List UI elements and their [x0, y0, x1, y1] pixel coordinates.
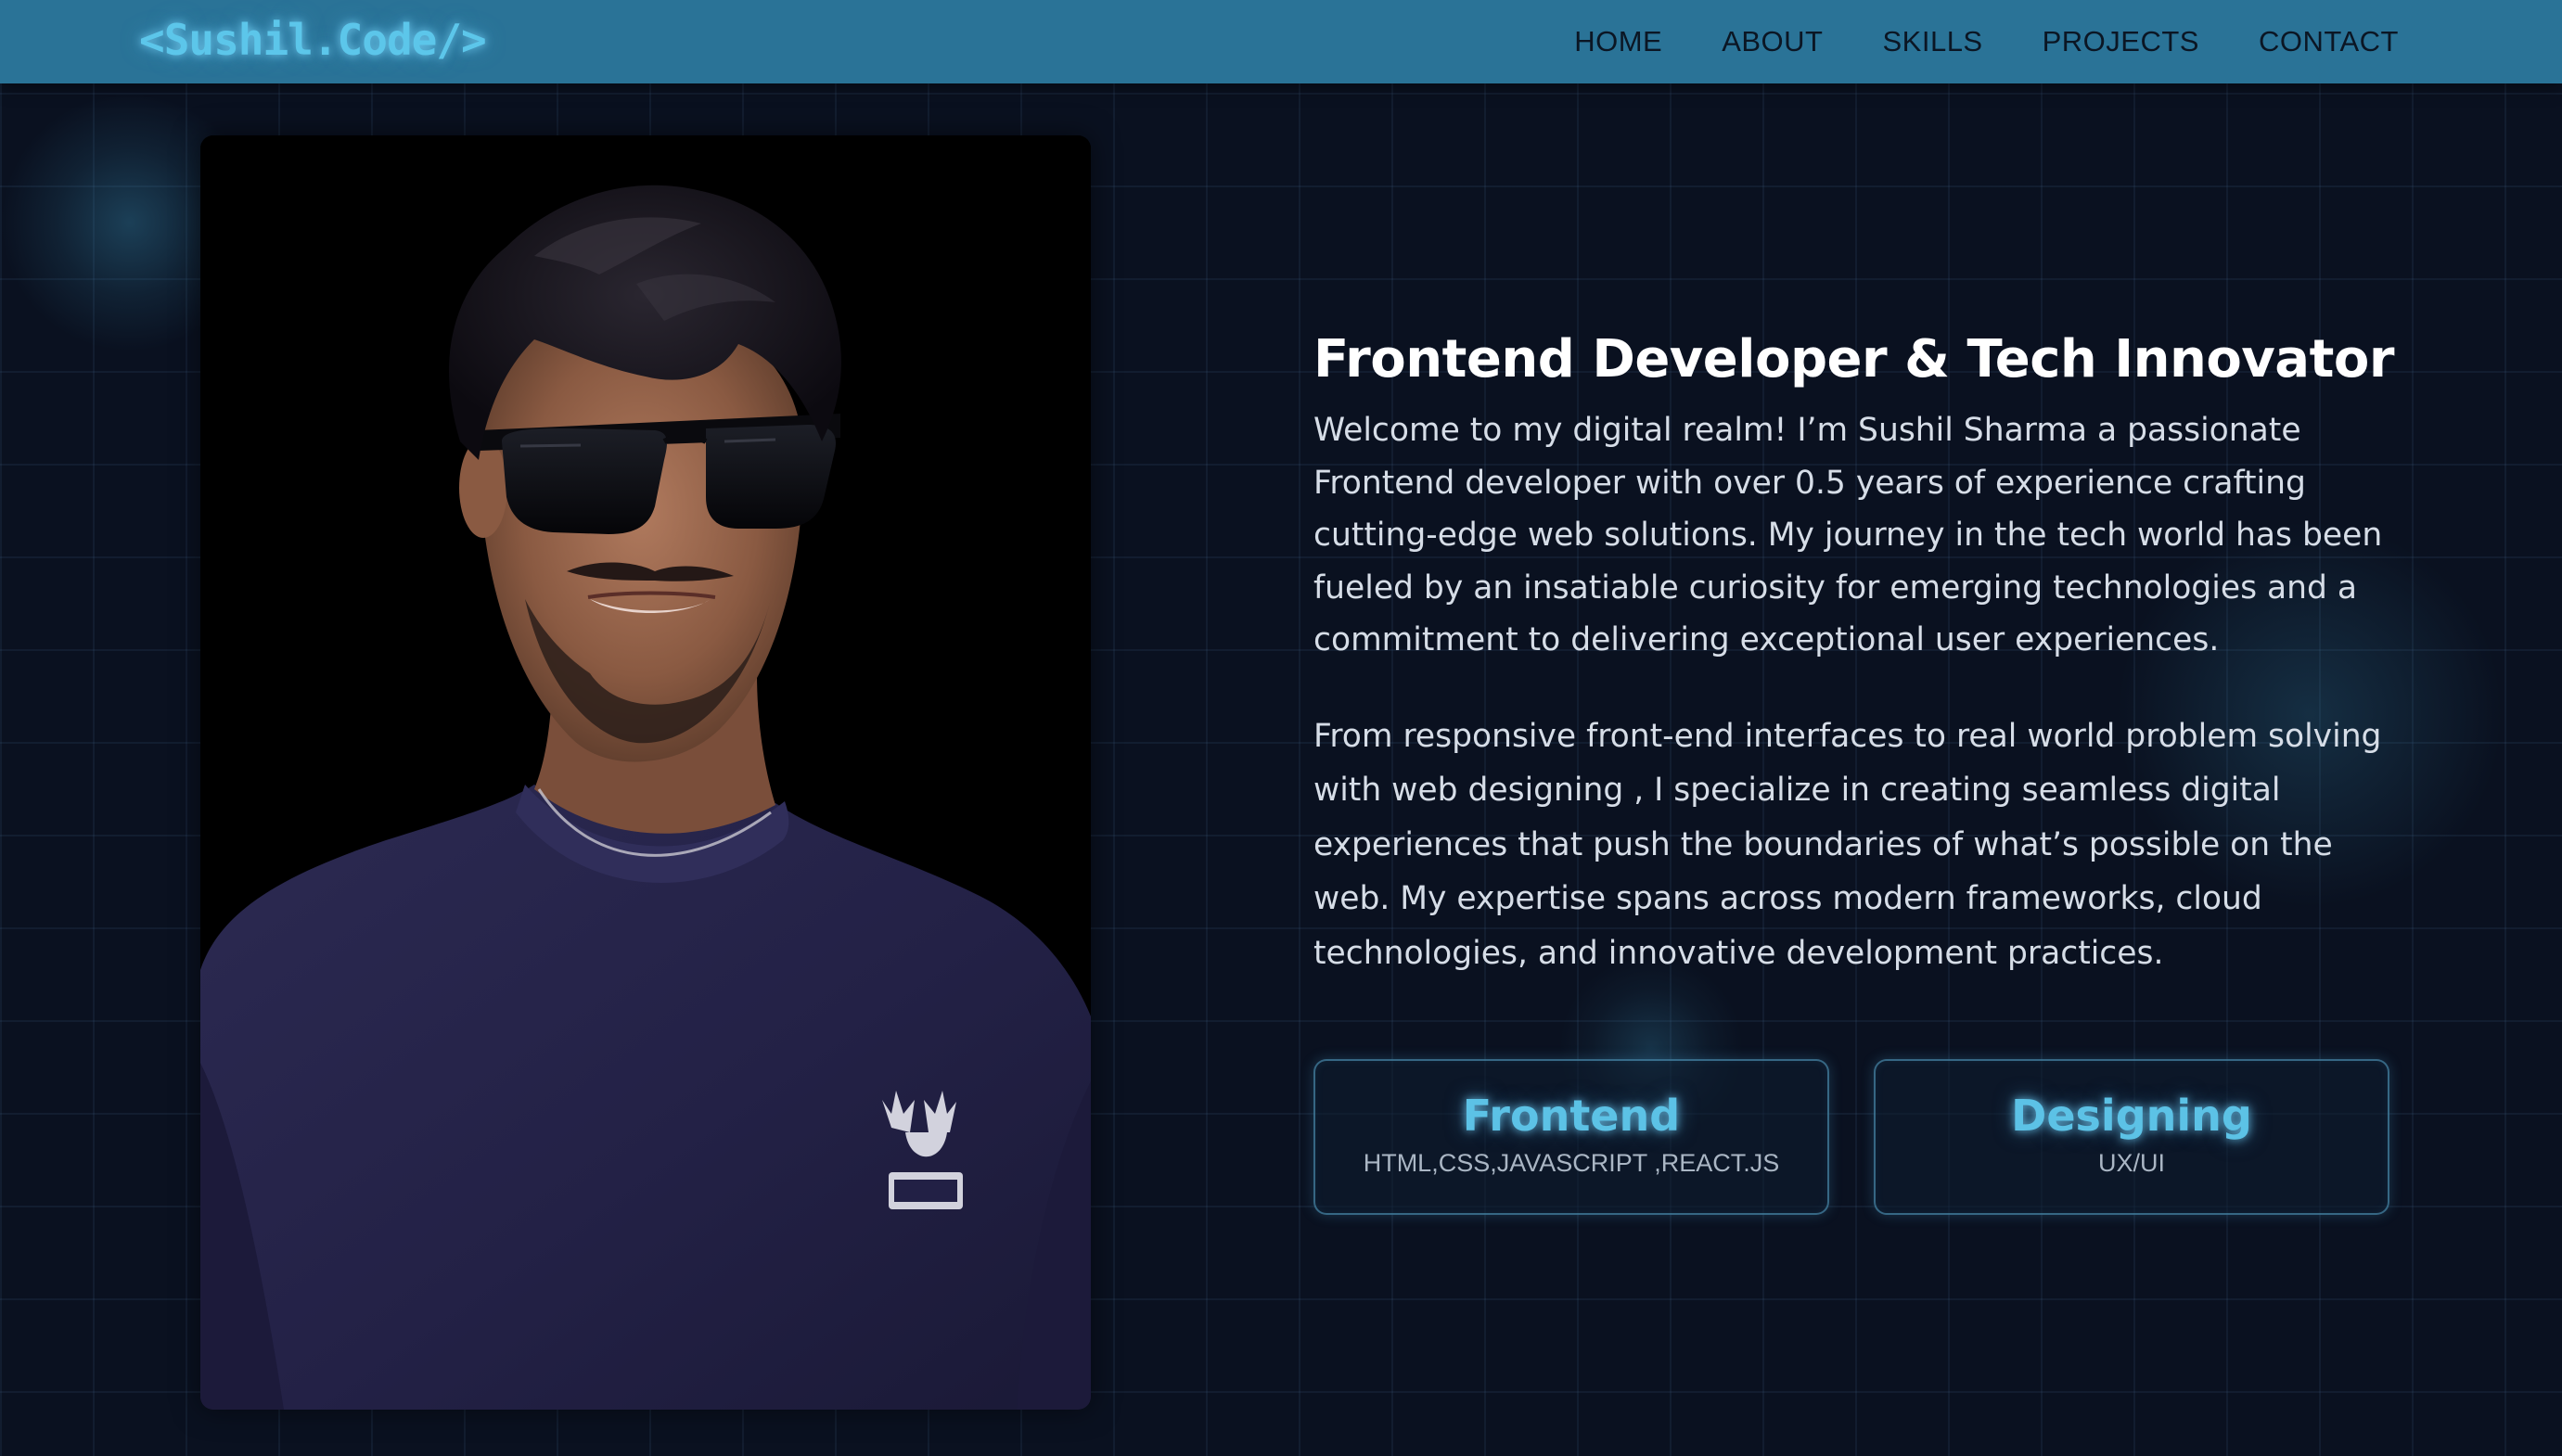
skill-card-designing[interactable]: Designing UX/UI: [1874, 1059, 2389, 1215]
navbar: <Sushil.Code/> HOME ABOUT SKILLS PROJECT…: [0, 0, 2562, 83]
hero-headline: Frontend Developer & Tech Innovator: [1313, 329, 2394, 390]
nav-link-skills[interactable]: SKILLS: [1882, 25, 1982, 58]
nav-links: HOME ABOUT SKILLS PROJECTS CONTACT: [1574, 0, 2399, 83]
portrait-photo-icon: [200, 135, 1091, 1410]
nav-link-home[interactable]: HOME: [1574, 25, 1662, 58]
intro-paragraph: Welcome to my digital realm! I’m Sushil …: [1313, 412, 2383, 658]
nav-link-about[interactable]: ABOUT: [1722, 25, 1823, 58]
skill-title: Designing: [2011, 1091, 2252, 1141]
nav-link-projects[interactable]: PROJECTS: [2043, 25, 2199, 58]
skill-title: Frontend: [1462, 1091, 1681, 1141]
skill-subtitle: UX/UI: [2097, 1149, 2165, 1177]
hero-content: Frontend Developer & Tech Innovator Welc…: [1313, 315, 2417, 980]
expertise-paragraph: From responsive front-end interfaces to …: [1313, 717, 2382, 972]
skill-card-frontend[interactable]: Frontend HTML,CSS,JAVASCRIPT ,REACT.JS: [1313, 1059, 1829, 1215]
skills-cards: Frontend HTML,CSS,JAVASCRIPT ,REACT.JS D…: [1313, 1059, 2397, 1215]
skill-subtitle: HTML,CSS,JAVASCRIPT ,REACT.JS: [1363, 1149, 1780, 1177]
profile-photo: [200, 135, 1091, 1410]
site-logo[interactable]: <Sushil.Code/>: [139, 9, 487, 70]
nav-link-contact[interactable]: CONTACT: [2259, 25, 2399, 58]
